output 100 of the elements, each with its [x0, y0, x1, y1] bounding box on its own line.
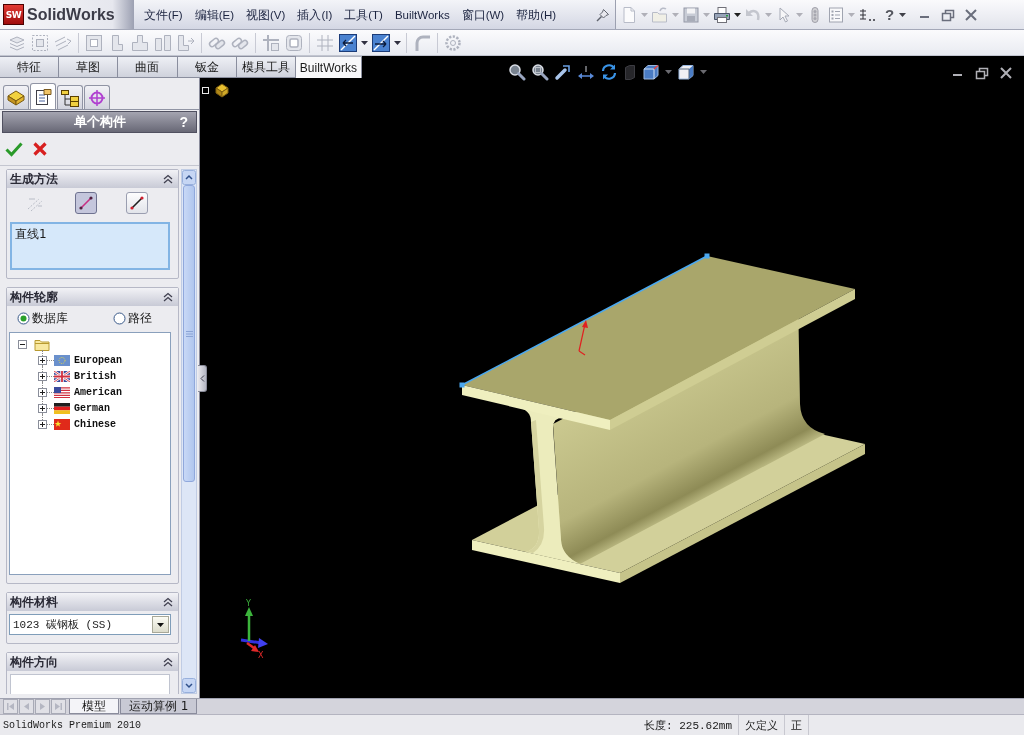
radio-button[interactable]: [113, 311, 126, 325]
menu-item[interactable]: 窗口(W): [455, 3, 511, 26]
double-chevron-icon[interactable]: [163, 597, 173, 607]
tree-item[interactable]: British: [74, 370, 116, 382]
command-tab[interactable]: 特征: [0, 56, 60, 78]
bottom-tab[interactable]: 模型: [69, 699, 119, 714]
i-beam-drawing[interactable]: [462, 256, 865, 583]
panel-tab[interactable]: [3, 85, 29, 109]
scroll-down-icon[interactable]: [182, 678, 196, 693]
rotate-icon[interactable]: [600, 63, 618, 81]
material-dropdown[interactable]: 1023 碳钢板 (SS): [9, 614, 171, 635]
menu-item[interactable]: BuiltWorks: [388, 3, 456, 26]
tree-item[interactable]: European: [74, 354, 122, 366]
flag-icon: [54, 370, 70, 382]
cube-icon[interactable]: [677, 63, 695, 81]
expand-icon[interactable]: [38, 387, 47, 397]
panel-tab[interactable]: [57, 85, 83, 109]
status-field: 长度: 225.62mm: [638, 715, 739, 735]
z-axis-arrow: [240, 638, 268, 648]
menu-item[interactable]: 工具(T): [338, 3, 389, 26]
list-item[interactable]: 直线1: [15, 226, 165, 243]
group-header[interactable]: 构件方向: [7, 653, 178, 671]
cancel-icon[interactable]: [32, 141, 48, 157]
caret-icon[interactable]: [734, 12, 741, 17]
status-field: 正: [785, 715, 809, 735]
command-tab[interactable]: 草图: [59, 56, 119, 78]
menu-item[interactable]: 帮助(H): [510, 3, 563, 26]
status-field: 欠定义: [739, 715, 785, 735]
command-tab[interactable]: 钣金: [177, 56, 237, 78]
magnifier-icon[interactable]: [508, 63, 526, 81]
grip-icon: [185, 330, 193, 337]
square-outline-icon[interactable]: [202, 86, 209, 94]
command-tab[interactable]: 模具工具: [236, 56, 296, 78]
line-segment-icon: [129, 195, 145, 211]
group-title: 构件材料: [10, 593, 58, 611]
double-chevron-icon[interactable]: [163, 657, 173, 667]
diagonal-arrow-icon[interactable]: [554, 63, 572, 81]
app-logo-text: SolidWorks: [27, 5, 115, 24]
group-header[interactable]: 构件材料: [7, 593, 178, 611]
menu-item[interactable]: 编辑(E): [188, 3, 241, 26]
magnifier-icon[interactable]: [531, 63, 549, 81]
flag-icon: [54, 402, 70, 414]
blocks-icon: [6, 88, 26, 107]
scrollbar[interactable]: [181, 169, 197, 694]
checklist-icon[interactable]: [827, 5, 845, 24]
direction-arrow[interactable]: [578, 320, 588, 356]
panel-collapse-handle[interactable]: [198, 365, 207, 392]
check-icon[interactable]: [5, 141, 23, 157]
restore-icon[interactable]: [974, 65, 990, 81]
tree-item[interactable]: Chinese: [74, 418, 116, 430]
sketch-line[interactable]: [459, 253, 710, 388]
bottom-tab[interactable]: 运动算例 1: [120, 699, 198, 714]
selection-list[interactable]: 直线1: [10, 222, 170, 270]
group-title: 构件方向: [10, 653, 58, 671]
scroll-up-icon[interactable]: [182, 170, 196, 185]
expand-icon[interactable]: [38, 403, 47, 413]
tree-blocks-icon: [60, 88, 80, 107]
double-chevron-icon[interactable]: [163, 292, 173, 302]
radio-label: 数据库: [32, 309, 68, 327]
clipboard-icon: [33, 87, 53, 106]
double-chevron-icon[interactable]: [163, 174, 173, 184]
caret-icon[interactable]: [899, 12, 907, 17]
scroll-thumb[interactable]: [183, 185, 195, 482]
method-button[interactable]: [126, 192, 148, 214]
help-button[interactable]: ?: [883, 6, 897, 23]
close-icon[interactable]: [963, 6, 980, 23]
double-arrow-icon[interactable]: [577, 63, 595, 81]
dropdown-button[interactable]: [152, 616, 169, 633]
command-tab[interactable]: 曲面: [118, 56, 178, 78]
group-header[interactable]: 构件轮廓: [7, 288, 178, 306]
tree-item[interactable]: American: [74, 386, 122, 398]
pushpin-icon[interactable]: [595, 6, 611, 23]
axis-label: X: [258, 651, 264, 660]
menu-item[interactable]: 插入(I): [291, 3, 339, 26]
group-header[interactable]: 生成方法: [7, 170, 178, 188]
method-button[interactable]: [75, 192, 97, 214]
close-icon[interactable]: [998, 65, 1014, 81]
expand-icon[interactable]: [38, 355, 47, 365]
expand-icon[interactable]: [38, 419, 47, 429]
printer-icon[interactable]: [713, 5, 731, 24]
caret-icon[interactable]: [361, 40, 368, 45]
tree-item[interactable]: German: [74, 402, 110, 414]
caret-icon[interactable]: [394, 40, 401, 45]
axis-label: Y: [246, 599, 251, 608]
trim-left-icon[interactable]: [338, 32, 358, 53]
group-title: 生成方法: [10, 170, 58, 188]
chevron-left-icon: [199, 375, 205, 382]
caret-icon[interactable]: [157, 622, 164, 627]
cube-icon[interactable]: [642, 63, 660, 81]
menu-item[interactable]: 视图(V): [240, 3, 292, 26]
command-tab[interactable]: BuiltWorks: [295, 56, 362, 78]
radio-button[interactable]: [17, 311, 30, 325]
collapse-icon[interactable]: [18, 339, 27, 349]
panel-tab[interactable]: [30, 83, 56, 109]
part-icon[interactable]: [214, 82, 230, 98]
trim-right-icon[interactable]: [371, 32, 391, 53]
menu-item[interactable]: 文件(F): [138, 3, 189, 26]
expand-icon[interactable]: [38, 371, 47, 381]
status-text: SolidWorks Premium 2010: [3, 719, 142, 731]
logo-badge: SW: [3, 4, 24, 25]
